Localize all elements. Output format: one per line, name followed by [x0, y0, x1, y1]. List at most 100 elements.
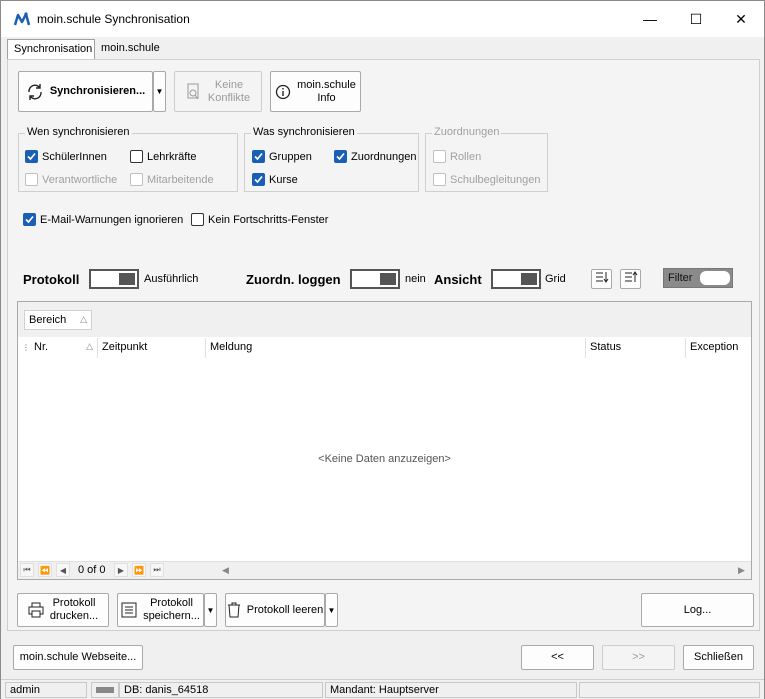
checkbox-verantwortliche-label: Verantwortliche [42, 173, 118, 186]
nav-prev-page-icon[interactable]: ⏪ [38, 563, 52, 577]
log-label: Log... [683, 603, 712, 616]
info-line1: moin.schule [297, 78, 356, 91]
zuordn-loggen-label: Zuordn. loggen [246, 272, 341, 287]
clear-log-dropdown[interactable]: ▼ [325, 593, 338, 627]
sort-ascending-icon [624, 271, 638, 287]
synchronize-dropdown[interactable]: ▼ [153, 71, 166, 112]
status-mandant: Mandant: Hauptserver [325, 682, 577, 698]
trash-icon [227, 602, 241, 618]
scroll-left-icon[interactable]: ◀ [222, 565, 229, 576]
print-log-button[interactable]: Protokoll drucken... [17, 593, 109, 627]
synchronize-button[interactable]: Synchronisieren... [18, 71, 153, 112]
back-label: << [551, 651, 564, 663]
checkbox-mitarbeitende[interactable]: Mitarbeitende [130, 173, 214, 186]
checkbox-kurse[interactable]: Kurse [252, 173, 298, 186]
chevron-down-icon: ▼ [155, 87, 164, 96]
toggle-knob [119, 273, 135, 285]
tab-moin-schule[interactable]: moin.schule [95, 39, 169, 59]
info-line2: Info [317, 91, 336, 104]
website-button[interactable]: moin.schule Webseite... [13, 645, 143, 670]
sync-icon [26, 83, 44, 101]
group-zuordnungen-title: Zuordnungen [432, 126, 502, 138]
save-document-icon [121, 602, 137, 618]
group-wen-title: Wen synchronisieren [25, 126, 132, 138]
column-header-exception[interactable]: Exception [686, 338, 751, 358]
group-by-chip[interactable]: Bereich △ [24, 310, 92, 330]
checkbox-schuelerinnen[interactable]: SchülerInnen [25, 150, 107, 163]
checkbox-box-icon [433, 150, 446, 163]
forward-button[interactable]: >> [602, 645, 675, 670]
ansicht-label: Ansicht [434, 272, 482, 287]
protokoll-value: Ausführlich [144, 273, 199, 285]
filter-label: Filter [668, 272, 693, 284]
checkbox-lehrkraefte[interactable]: Lehrkräfte [130, 150, 197, 163]
sort-triangle-icon: △ [86, 341, 93, 351]
chevron-down-icon: ▼ [206, 605, 215, 615]
printer-icon [28, 602, 44, 618]
scroll-right-icon[interactable]: ▶ [738, 565, 745, 576]
filter-toggle[interactable]: Filter [663, 268, 733, 288]
tab-synchronisation[interactable]: Synchronisation [7, 39, 95, 59]
checkbox-box-icon [433, 173, 446, 186]
checkbox-rollen[interactable]: Rollen [433, 150, 481, 163]
checkbox-gruppen[interactable]: Gruppen [252, 150, 312, 163]
column-header-meldung[interactable]: Meldung [206, 338, 586, 358]
checkmark-icon [252, 173, 265, 186]
status-bar: admin DB: danis_64518 Mandant: Hauptserv… [1, 679, 764, 699]
checkbox-no-progress-window[interactable]: Kein Fortschritts-Fenster [191, 213, 328, 226]
nav-next-icon[interactable]: ▶ [114, 563, 128, 577]
back-button[interactable]: << [521, 645, 594, 670]
moin-schule-logo-icon [13, 12, 31, 26]
ignore-email-warnings-label: E-Mail-Warnungen ignorieren [40, 213, 184, 226]
empty-grid-message: <Keine Daten anzuzeigen> [318, 453, 451, 465]
checkbox-schulbegleitungen[interactable]: Schulbegleitungen [433, 173, 541, 186]
checkbox-kurse-label: Kurse [269, 173, 298, 186]
clear-log-button[interactable]: Protokoll leeren [225, 593, 325, 627]
group-was-title: Was synchronisieren [251, 126, 357, 138]
info-button[interactable]: moin.schule Info [270, 71, 361, 112]
nav-last-icon[interactable]: ⏭ [150, 563, 164, 577]
group-by-bar: Bereich △ [18, 302, 751, 337]
maximize-button[interactable]: ☐ [673, 1, 719, 37]
close-window-button[interactable]: ✕ [718, 1, 764, 37]
grid-navigator: ⏮ ⏪ ◀ 0 of 0 ▶ ⏩ ⏭ ◀ ▶ [18, 561, 751, 579]
save-log-dropdown[interactable]: ▼ [204, 593, 217, 627]
column-header-zeitpunkt[interactable]: Zeitpunkt [98, 338, 206, 358]
checkbox-mitarbeitende-label: Mitarbeitende [147, 173, 214, 186]
checkbox-box-icon [130, 173, 143, 186]
print-log-label: Protokoll drucken... [50, 597, 98, 623]
ansicht-toggle[interactable] [491, 269, 541, 289]
checkbox-box-icon [130, 150, 143, 163]
toggle-knob [380, 273, 396, 285]
checkbox-ignore-email-warnings[interactable]: E-Mail-Warnungen ignorieren [23, 213, 183, 226]
save-log-label: Protokoll speichern... [143, 597, 200, 623]
nav-first-icon[interactable]: ⏮ [20, 563, 34, 577]
zuordn-loggen-value: nein [405, 273, 426, 285]
sort-ascending-button[interactable] [620, 269, 641, 289]
sort-descending-button[interactable] [591, 269, 612, 289]
window-title: moin.schule Synchronisation [37, 12, 190, 26]
info-label: moin.schule Info [297, 79, 356, 105]
no-conflicts-line2: Konflikte [207, 91, 251, 104]
checkbox-verantwortliche[interactable]: Verantwortliche [25, 173, 117, 186]
no-conflicts-button[interactable]: Keine Konflikte [174, 71, 262, 112]
save-log-button[interactable]: Protokoll speichern... [117, 593, 204, 627]
column-header-status[interactable]: Status [586, 338, 686, 358]
checkbox-lehrkraefte-label: Lehrkräfte [147, 150, 197, 163]
close-label: Schließen [694, 651, 743, 663]
minimize-button[interactable]: — [627, 1, 673, 37]
checkbox-schuelerinnen-label: SchülerInnen [42, 150, 107, 163]
nav-next-page-icon[interactable]: ⏩ [132, 563, 146, 577]
checkmark-icon [252, 150, 265, 163]
website-label: moin.schule Webseite... [19, 651, 137, 663]
checkbox-zuordnungen[interactable]: Zuordnungen [334, 150, 416, 163]
close-button[interactable]: Schließen [683, 645, 754, 670]
protokoll-toggle[interactable] [89, 269, 139, 289]
zuordn-loggen-toggle[interactable] [350, 269, 400, 289]
print-log-line1: Protokoll [52, 597, 96, 609]
chevron-down-icon: ▼ [327, 605, 336, 615]
save-log-line2: speichern... [143, 610, 200, 622]
log-button[interactable]: Log... [641, 593, 754, 627]
nav-prev-icon[interactable]: ◀ [56, 563, 70, 577]
column-header-nr[interactable]: ⋮ Nr. △ [18, 338, 98, 358]
